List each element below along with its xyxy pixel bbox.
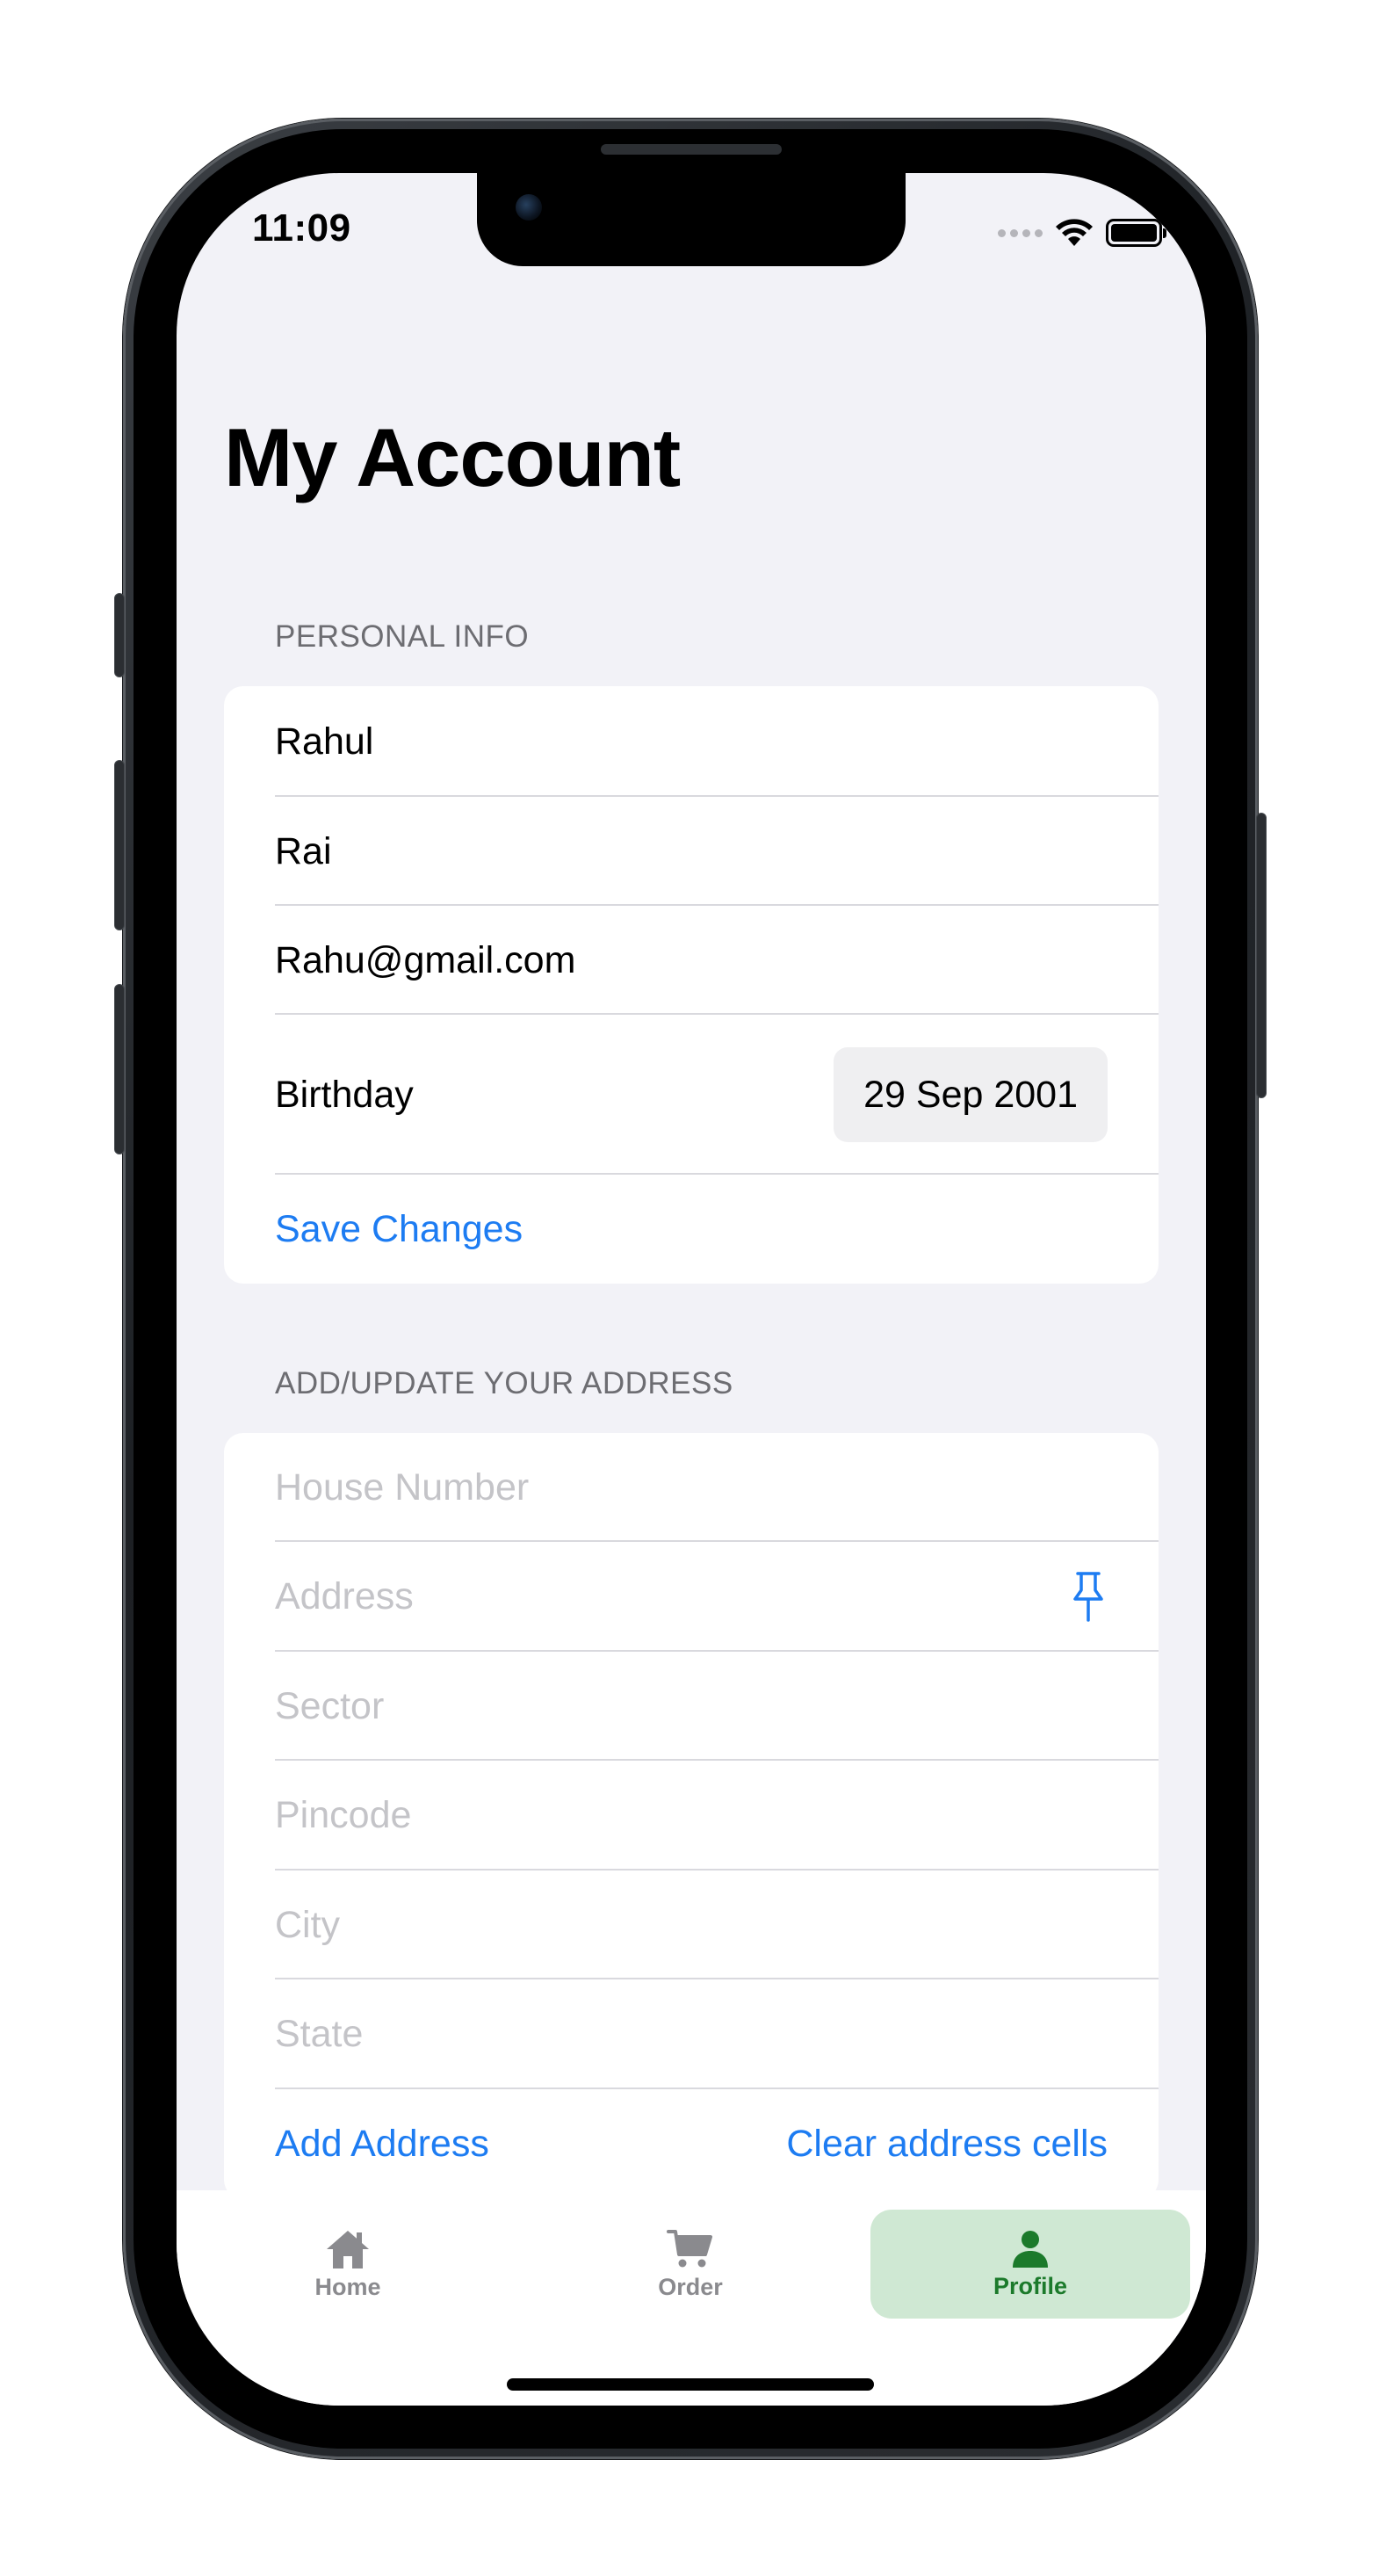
last-name-value: Rai (275, 829, 332, 872)
sector-field[interactable]: Sector (275, 1652, 1159, 1761)
city-placeholder: City (275, 1903, 341, 1946)
screen: 11:09 My Account PERSONAL INFO Rahul Rai… (177, 173, 1206, 2406)
tab-bar: Home Order Profile (177, 2190, 1206, 2406)
city-field[interactable]: City (275, 1870, 1159, 1979)
house-number-placeholder: House Number (275, 1465, 530, 1509)
email-value: Rahu@gmail.com (275, 938, 576, 981)
notch (477, 173, 906, 266)
tab-home-label: Home (314, 2273, 381, 2300)
state-field[interactable]: State (275, 1979, 1159, 2089)
first-name-field[interactable]: Rahul (275, 686, 1159, 797)
pincode-placeholder: Pincode (275, 1794, 412, 1836)
volume-up-button (114, 760, 125, 930)
status-indicators (998, 213, 1166, 252)
house-number-field[interactable]: House Number (275, 1433, 1159, 1542)
sector-placeholder: Sector (275, 1684, 385, 1727)
address-placeholder: Address (275, 1575, 414, 1617)
birthday-label: Birthday (275, 1073, 414, 1116)
house-icon (327, 2230, 369, 2268)
battery-icon (1106, 219, 1166, 247)
status-time: 11:09 (252, 206, 351, 250)
wifi-icon (1056, 219, 1093, 246)
state-placeholder: State (275, 2013, 364, 2055)
birthday-date-picker[interactable]: 29 Sep 2001 (834, 1047, 1108, 1142)
address-header: ADD/UPDATE YOUR ADDRESS (275, 1366, 733, 1400)
front-camera (516, 194, 542, 221)
tab-profile-label: Profile (993, 2272, 1068, 2299)
person-icon (1013, 2230, 1048, 2268)
home-indicator[interactable] (507, 2378, 874, 2391)
personal-info-card: Rahul Rai Rahu@gmail.com Birthday 29 Sep… (224, 686, 1159, 1284)
cellular-signal-icon (998, 228, 1043, 237)
silent-switch (114, 593, 125, 677)
first-name-value: Rahul (275, 720, 374, 763)
save-changes-row: Save Changes (275, 1175, 1159, 1284)
tab-profile[interactable]: Profile (870, 2210, 1190, 2319)
cart-icon (667, 2229, 712, 2267)
tab-order[interactable]: Order (519, 2210, 862, 2319)
email-field[interactable]: Rahu@gmail.com (275, 906, 1159, 1015)
address-card: House Number Address Sector Pincode City… (224, 1433, 1159, 2199)
save-changes-button[interactable]: Save Changes (275, 1208, 523, 1251)
add-address-button[interactable]: Add Address (275, 2123, 489, 2166)
tab-order-label: Order (658, 2273, 723, 2300)
address-field[interactable]: Address (275, 1542, 1159, 1652)
last-name-field[interactable]: Rai (275, 797, 1159, 906)
birthday-row: Birthday 29 Sep 2001 (275, 1015, 1159, 1175)
tab-home[interactable]: Home (177, 2210, 519, 2319)
pushpin-icon[interactable] (1069, 1569, 1108, 1625)
volume-down-button (114, 984, 125, 1154)
address-actions-row: Add Address Clear address cells (275, 2089, 1159, 2199)
power-button (1256, 813, 1267, 1098)
clear-address-button[interactable]: Clear address cells (786, 2123, 1108, 2166)
pincode-field[interactable]: Pincode (275, 1761, 1159, 1870)
page-title: My Account (224, 411, 681, 503)
personal-info-header: PERSONAL INFO (275, 619, 530, 654)
earpiece-speaker (601, 144, 782, 155)
